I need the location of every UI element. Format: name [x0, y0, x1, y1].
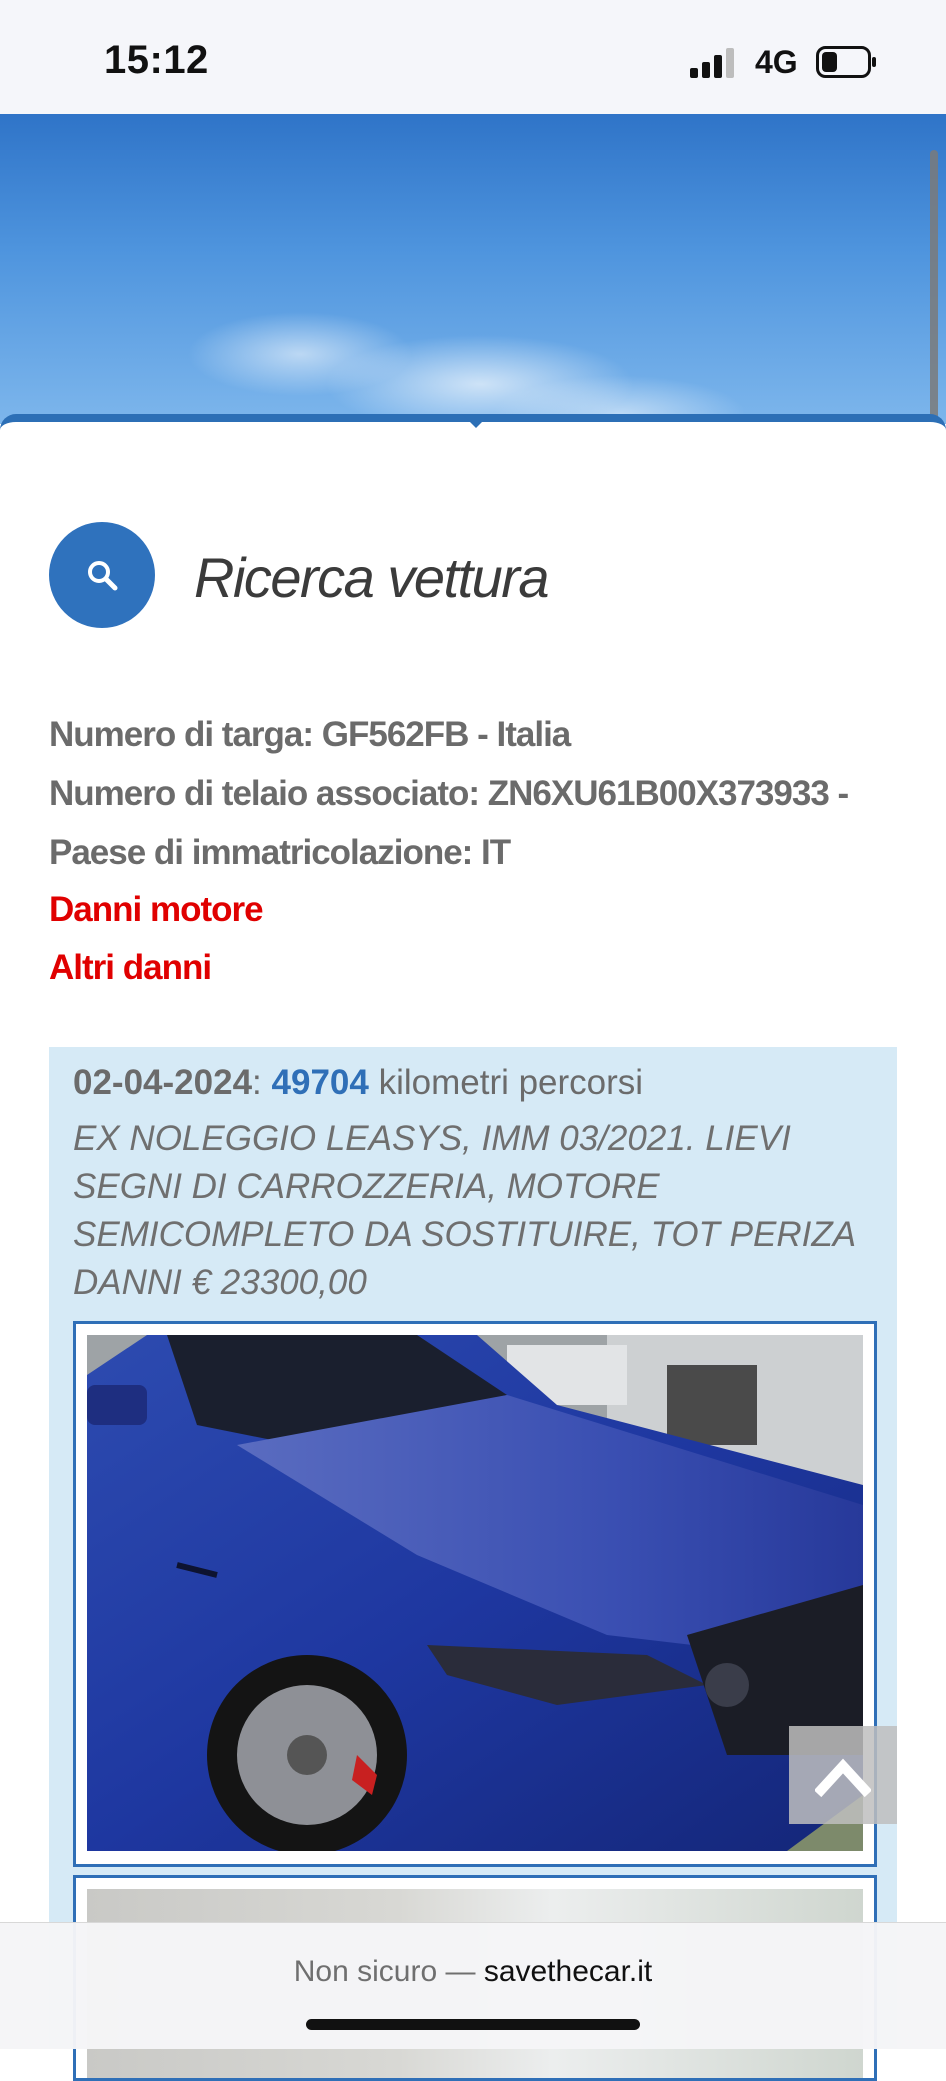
- browser-address-bar[interactable]: Non sicuro — savethecar.it: [0, 1922, 946, 2049]
- damage-label: Danni motore: [49, 890, 264, 929]
- vin-number: Numero di telaio associato: ZN6XU61B00X3…: [49, 774, 849, 813]
- search-button[interactable]: [49, 522, 155, 628]
- record-km-label: kilometri percorsi: [378, 1063, 644, 1102]
- network-label: 4G: [755, 44, 798, 80]
- record-header: 02-04-2024: 49704 kilometri percorsi: [73, 1063, 643, 1103]
- car-photo[interactable]: [73, 1321, 877, 1867]
- status-time: 15:12: [104, 38, 209, 82]
- history-record: 02-04-2024: 49704 kilometri percorsi EX …: [49, 1047, 897, 2081]
- address-text[interactable]: Non sicuro — savethecar.it: [0, 1955, 946, 1989]
- status-bar: 15:12 4G: [0, 0, 946, 114]
- registration-country: Paese di immatricolazione: IT: [49, 833, 511, 872]
- plate-number: Numero di targa: GF562FB - Italia: [49, 715, 571, 754]
- card-notch: [462, 414, 490, 428]
- page-title: Ricerca vettura: [194, 546, 550, 609]
- record-km: 49704: [271, 1063, 369, 1102]
- home-indicator[interactable]: [306, 2019, 640, 2030]
- car-photo-image: [87, 1335, 863, 1851]
- battery-icon: [816, 46, 876, 78]
- record-description: EX NOLEGGIO LEASYS, IMM 03/2021. LIEVI S…: [73, 1119, 855, 1302]
- signal-icon: [690, 48, 734, 78]
- domain-label: savethecar.it: [483, 1955, 653, 1988]
- chevron-up-icon: [815, 1758, 871, 1798]
- record-date: 02-04-2024: [73, 1063, 253, 1102]
- hero-sky-banner: [0, 114, 946, 424]
- back-to-top-button[interactable]: [789, 1726, 897, 1824]
- record-separator: :: [252, 1063, 262, 1102]
- security-label: Non sicuro —: [293, 1955, 476, 1988]
- damage-label: Altri danni: [49, 948, 212, 987]
- search-icon: [88, 561, 118, 591]
